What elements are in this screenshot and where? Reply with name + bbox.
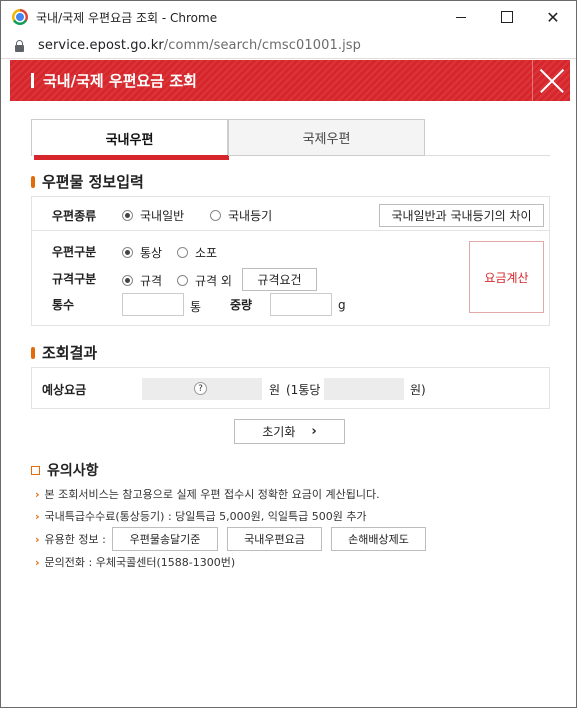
radio-domestic-registered[interactable]: 국내등기 xyxy=(210,207,272,224)
page-title: 국내/국제 우편요금 조회 xyxy=(43,72,197,90)
chevron-right-icon: › xyxy=(35,555,40,569)
header-bar-accent xyxy=(31,73,34,88)
per-unit-fee-field xyxy=(324,378,404,400)
mail-type-row: 우편종류 국내일반 국내등기 국내일반과 국내등기의 차이 xyxy=(31,196,550,231)
chrome-logo-icon xyxy=(12,9,28,25)
estimated-fee-label: 예상요금 xyxy=(42,383,87,397)
notice-title-text: 유의사항 xyxy=(47,463,99,479)
help-icon[interactable]: ? xyxy=(194,382,207,395)
size-class-label: 규격구분 xyxy=(52,272,97,286)
window-close-button[interactable]: ✕ xyxy=(530,1,576,33)
radio-non-standard-size-label: 규격 외 xyxy=(195,274,232,288)
radio-domestic-normal-label: 국내일반 xyxy=(140,209,185,223)
size-requirement-button[interactable]: 규격요건 xyxy=(242,268,317,291)
delivery-standard-button[interactable]: 우편물송달기준 xyxy=(112,527,218,551)
radio-checked-icon xyxy=(122,275,133,286)
result-section-title-text: 조회결과 xyxy=(42,344,98,362)
address-bar[interactable]: service.epost.go.kr/comm/search/cmsc0100… xyxy=(1,33,576,59)
radio-checked-icon xyxy=(122,210,133,221)
per-unit-suffix: 원) xyxy=(410,383,426,397)
radio-domestic-registered-label: 국내등기 xyxy=(228,209,273,223)
url-host: service.epost.go.kr xyxy=(38,38,164,53)
radio-parcel[interactable]: 소포 xyxy=(177,244,217,261)
close-icon[interactable] xyxy=(532,60,570,101)
tab-domestic[interactable]: 국내우편 xyxy=(31,119,229,160)
page-header: 국내/국제 우편요금 조회 xyxy=(10,60,570,101)
chevron-right-icon: › xyxy=(35,532,40,546)
weight-input[interactable] xyxy=(270,293,332,316)
per-unit-prefix: (1통당 xyxy=(286,383,321,397)
difference-button[interactable]: 국내일반과 국내등기의 차이 xyxy=(379,204,544,227)
radio-regular-mail[interactable]: 통상 xyxy=(122,244,162,261)
window-title: 국내/국제 우편요금 조회 - Chrome xyxy=(36,10,218,25)
radio-unchecked-icon xyxy=(177,247,188,258)
estimated-fee-field: ? xyxy=(142,378,262,400)
radio-domestic-normal[interactable]: 국내일반 xyxy=(122,207,184,224)
maximize-button[interactable] xyxy=(484,1,530,33)
url-path: /comm/search/cmsc01001.jsp xyxy=(163,38,362,53)
notice-item-text: 본 조회서비스는 참고용으로 실제 우편 접수시 정확한 요금이 계산됩니다. xyxy=(44,488,380,501)
url-text: service.epost.go.kr/comm/search/cmsc0100… xyxy=(38,38,361,53)
result-row: 예상요금 ? 원 (1통당 원) xyxy=(31,367,550,409)
section-marker-icon xyxy=(31,346,35,359)
domestic-rates-button[interactable]: 국내우편요금 xyxy=(227,527,322,551)
tab-international[interactable]: 국제우편 xyxy=(228,119,425,156)
input-section-title: 우편물 정보입력 xyxy=(31,171,144,192)
tab-bar: 국내우편 국제우편 xyxy=(31,119,550,160)
count-unit: 통 xyxy=(190,300,202,314)
chevron-right-icon: › xyxy=(311,424,317,439)
radio-regular-mail-label: 통상 xyxy=(140,246,163,260)
result-section-title: 조회결과 xyxy=(31,342,97,363)
lock-icon xyxy=(15,39,24,52)
notice-item: › 유용한 정보 : xyxy=(35,531,106,547)
chevron-right-icon: › xyxy=(35,487,40,501)
radio-parcel-label: 소포 xyxy=(195,246,218,260)
radio-standard-size[interactable]: 규격 xyxy=(122,272,162,289)
weight-unit: g xyxy=(338,298,346,312)
reset-button-label: 초기화 xyxy=(262,425,296,439)
notice-item: › 본 조회서비스는 참고용으로 실제 우편 접수시 정확한 요금이 계산됩니다… xyxy=(35,486,380,502)
compensation-button[interactable]: 손해배상제도 xyxy=(331,527,426,551)
notice-item: › 국내특급수수료(통상등기) : 당일특급 5,000원, 익일특급 500원… xyxy=(35,508,367,524)
radio-checked-icon xyxy=(122,247,133,258)
radio-standard-size-label: 규격 xyxy=(140,274,163,288)
fee-unit: 원 xyxy=(269,383,281,397)
section-marker-icon xyxy=(31,175,35,188)
weight-label: 중량 xyxy=(230,298,253,312)
count-input[interactable] xyxy=(122,293,184,316)
radio-unchecked-icon xyxy=(177,275,188,286)
input-section-title-text: 우편물 정보입력 xyxy=(42,173,144,191)
reset-button[interactable]: 초기화 › xyxy=(234,419,345,444)
notice-title: 유의사항 xyxy=(31,460,99,480)
mail-class-label: 우편구분 xyxy=(52,245,97,259)
title-bar: 국내/국제 우편요금 조회 - Chrome ✕ xyxy=(1,1,576,33)
radio-non-standard-size[interactable]: 규격 외 xyxy=(177,272,232,289)
square-bullet-icon xyxy=(31,465,40,475)
count-label: 통수 xyxy=(52,298,75,312)
notice-item-text: 유용한 정보 : xyxy=(44,533,106,546)
mail-type-label: 우편종류 xyxy=(52,209,97,223)
browser-window: 국내/국제 우편요금 조회 - Chrome ✕ service.epost.g… xyxy=(0,0,577,708)
calculate-fee-button[interactable]: 요금계산 xyxy=(469,241,544,313)
chevron-right-icon: › xyxy=(35,509,40,523)
notice-item-text: 국내특급수수료(통상등기) : 당일특급 5,000원, 익일특급 500원 추… xyxy=(44,510,367,523)
notice-item-text: 문의전화 : 우체국콜센터(1588-1300번) xyxy=(44,556,236,569)
minimize-button[interactable] xyxy=(438,1,484,33)
notice-item: › 문의전화 : 우체국콜센터(1588-1300번) xyxy=(35,554,235,570)
radio-unchecked-icon xyxy=(210,210,221,221)
